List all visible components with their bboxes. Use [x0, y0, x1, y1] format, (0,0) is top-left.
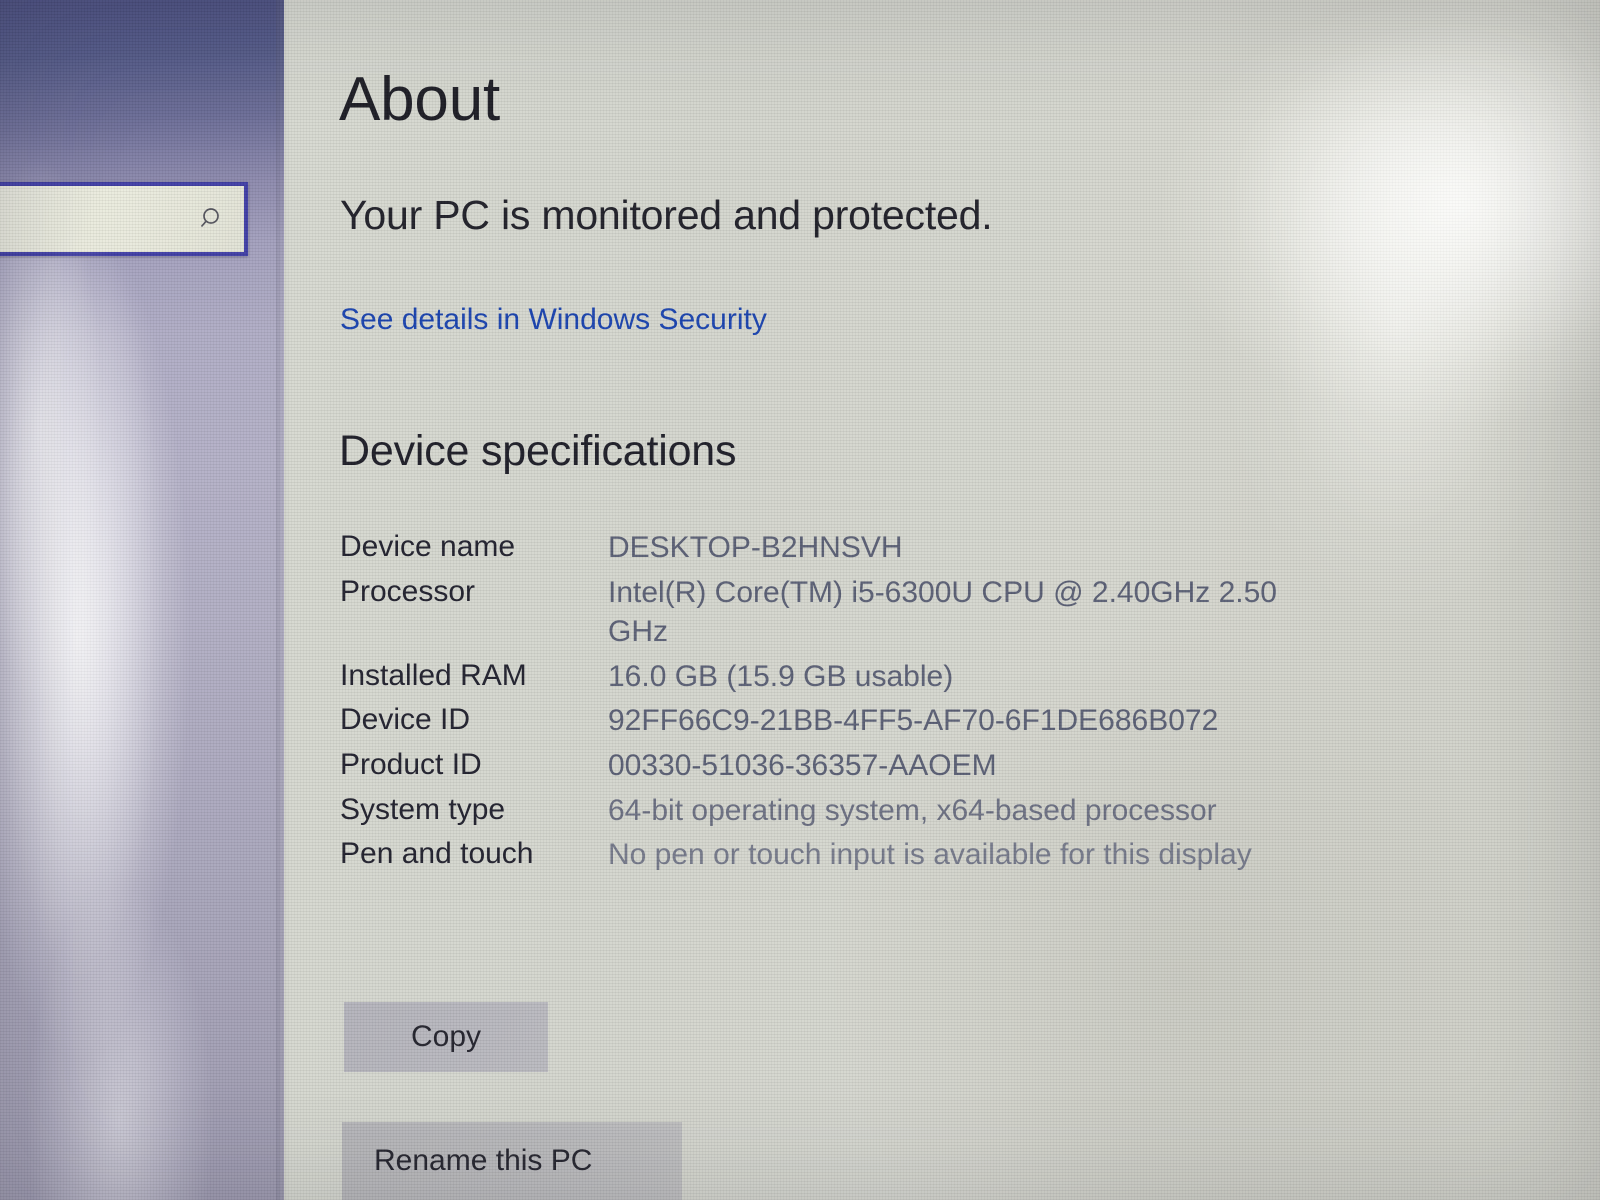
spec-label: Device name: [340, 530, 516, 563]
spec-value: 64-bit operating system, x64-based proce…: [608, 793, 1217, 827]
spec-row-system-type: System type 64-bit operating system, x64…: [340, 791, 1400, 831]
page-title: About: [339, 65, 501, 134]
spec-row-processor: Processor Intel(R) Core(TM) i5-6300U CPU…: [340, 573, 1400, 652]
spec-label: Pen and touch: [340, 837, 534, 871]
copy-button[interactable]: Copy: [344, 1002, 548, 1072]
spec-label: Installed RAM: [340, 658, 527, 692]
about-content-area: About Your PC is monitored and protected…: [284, 0, 1600, 1200]
settings-navigation-pane: [0, 0, 284, 1200]
search-box[interactable]: [0, 182, 248, 256]
spec-label: Processor: [340, 574, 476, 608]
spec-value: 92FF66C9-21BB-4FF5-AF70-6F1DE686B072: [608, 704, 1219, 738]
spec-value: 16.0 GB (15.9 GB usable): [608, 659, 954, 693]
search-input[interactable]: [0, 186, 178, 254]
settings-about-screen: About Your PC is monitored and protected…: [0, 0, 1600, 1200]
protection-status-text: Your PC is monitored and protected.: [340, 192, 993, 238]
spec-label: Product ID: [340, 747, 482, 781]
spec-value: 00330-51036-36357-AAOEM: [608, 748, 997, 782]
search-icon[interactable]: [200, 206, 226, 232]
spec-row-device-id: Device ID 92FF66C9-21BB-4FF5-AF70-6F1DE6…: [340, 701, 1400, 741]
spec-value: Intel(R) Core(TM) i5-6300U CPU @ 2.40GHz…: [608, 575, 1277, 649]
spec-row-product-id: Product ID 00330-51036-36357-AAOEM: [340, 746, 1400, 786]
rename-this-pc-button[interactable]: Rename this PC: [342, 1122, 682, 1200]
windows-security-link[interactable]: See details in Windows Security: [340, 303, 767, 337]
spec-row-installed-ram: Installed RAM 16.0 GB (15.9 GB usable): [340, 657, 1400, 697]
spec-value: No pen or touch input is available for t…: [608, 838, 1252, 872]
spec-row-device-name: Device name DESKTOP-B2HNSVH: [340, 528, 1400, 568]
spec-row-pen-and-touch: Pen and touch No pen or touch input is a…: [340, 835, 1400, 875]
spec-label: System type: [340, 792, 506, 826]
spec-value: DESKTOP-B2HNSVH: [608, 531, 903, 564]
device-specifications-heading: Device specifications: [339, 427, 737, 475]
device-specifications-list: Device name DESKTOP-B2HNSVH Processor In…: [340, 528, 1400, 880]
spec-label: Device ID: [340, 703, 471, 737]
